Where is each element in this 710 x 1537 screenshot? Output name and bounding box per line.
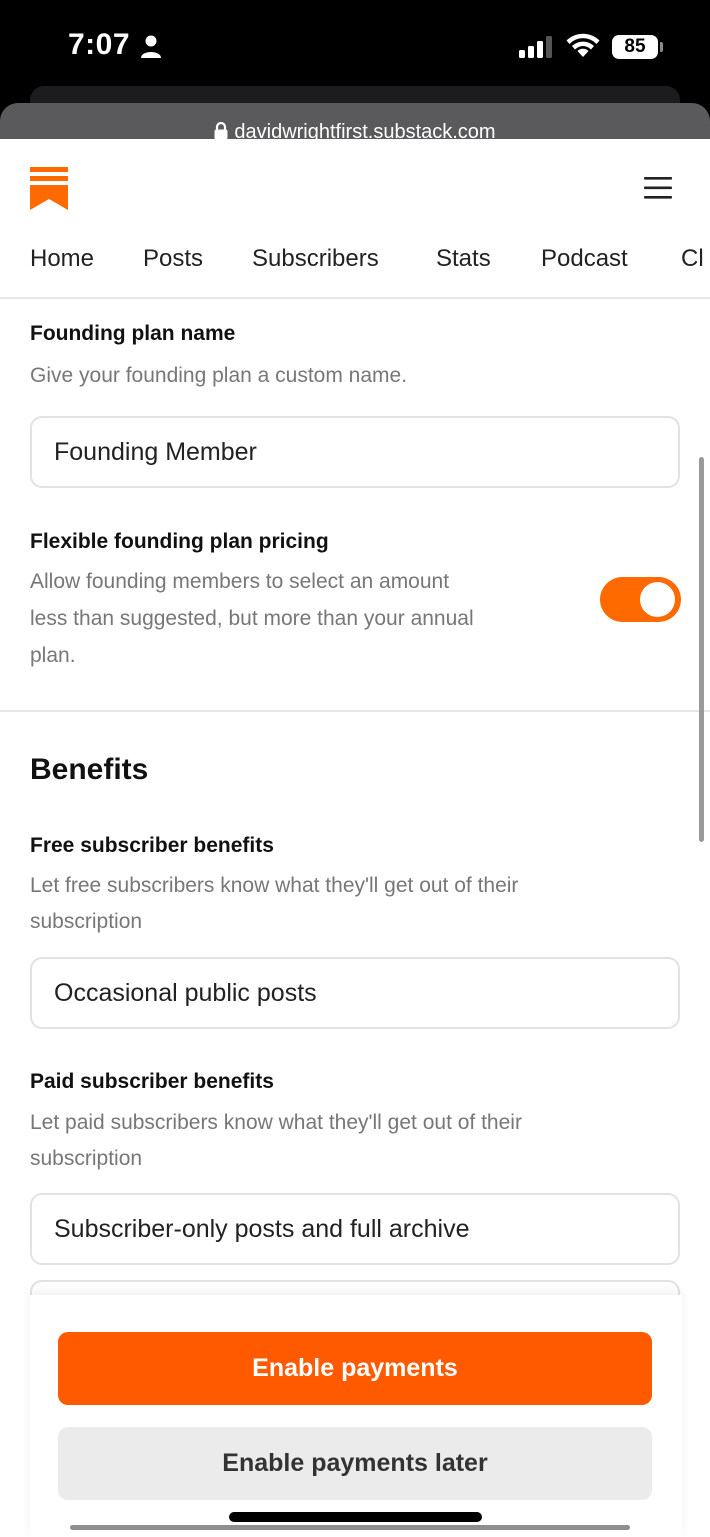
founding-plan-name-label: Founding plan name (30, 322, 236, 345)
status-time: 7:07 (68, 28, 131, 61)
dashboard-nav: Home Posts Subscribers Stats Podcast Cl (0, 239, 710, 299)
nav-item-home[interactable]: Home (30, 245, 94, 273)
flexible-pricing-description-line-1: Allow founding members to select an amou… (30, 570, 450, 593)
paid-benefits-label: Paid subscriber benefits (30, 1070, 274, 1093)
flexible-pricing-description-line-3: plan. (30, 644, 76, 667)
flexible-pricing-label: Flexible founding plan pricing (30, 530, 329, 553)
wifi-icon (566, 33, 600, 64)
battery-level: 85 (612, 35, 658, 59)
nav-item-posts[interactable]: Posts (143, 245, 203, 273)
paid-benefits-description-line-2: subscription (30, 1147, 143, 1170)
nav-item-clipped[interactable]: Cl (681, 245, 704, 273)
enable-payments-later-button[interactable]: Enable payments later (58, 1427, 652, 1500)
status-bar: 7:07 85 (0, 0, 710, 100)
benefits-heading: Benefits (30, 753, 149, 786)
section-divider (0, 710, 710, 712)
flexible-pricing-description-line-2: less than suggested, but more than your … (30, 607, 474, 630)
home-indicator[interactable] (229, 1512, 482, 1522)
toggle-knob (640, 582, 675, 617)
free-benefits-description-line-1: Let free subscribers know what they'll g… (30, 874, 519, 897)
free-benefits-label: Free subscriber benefits (30, 834, 274, 857)
hamburger-menu-icon[interactable] (644, 177, 672, 204)
browser-toolbar-edge (70, 1525, 630, 1530)
nav-item-stats[interactable]: Stats (436, 245, 491, 273)
paid-benefits-description-line-1: Let paid subscribers know what they'll g… (30, 1111, 522, 1134)
flexible-pricing-toggle[interactable] (600, 577, 681, 622)
paid-benefits-input[interactable]: Subscriber-only posts and full archive (30, 1193, 680, 1265)
page-content: Home Posts Subscribers Stats Podcast Cl … (0, 139, 710, 1537)
free-benefits-input[interactable]: Occasional public posts (30, 957, 680, 1029)
nav-item-podcast[interactable]: Podcast (541, 245, 628, 273)
free-benefits-description-line-2: subscription (30, 910, 143, 933)
nav-item-subscribers[interactable]: Subscribers (252, 245, 379, 273)
scrollbar-thumb[interactable] (699, 457, 704, 842)
founding-plan-name-description: Give your founding plan a custom name. (30, 364, 408, 387)
enable-payments-button[interactable]: Enable payments (58, 1332, 652, 1405)
person-icon (140, 35, 162, 64)
founding-plan-name-input[interactable]: Founding Member (30, 416, 680, 488)
substack-logo[interactable] (30, 167, 68, 215)
battery-cap (660, 42, 663, 52)
cellular-signal-icon (519, 36, 555, 63)
